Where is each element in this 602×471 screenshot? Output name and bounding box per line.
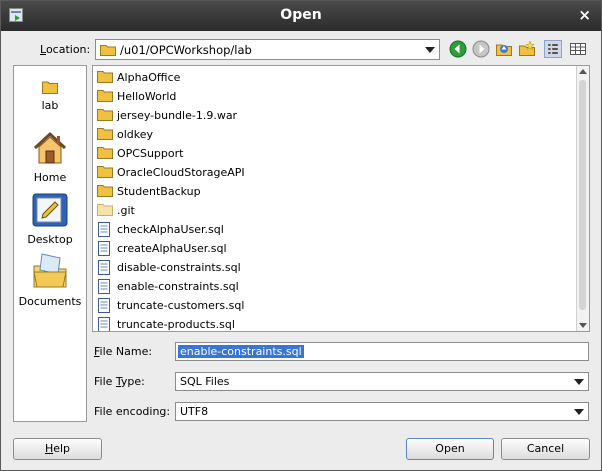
chevron-down-icon[interactable] [425,47,435,53]
list-item[interactable]: disable-constraints.sql [97,258,567,277]
file-type-value: SQL Files [180,375,230,388]
back-icon[interactable] [449,40,467,58]
new-folder-icon[interactable] [518,40,536,58]
file-name: OPCSupport [117,147,184,160]
dialog-title: Open [280,7,322,23]
folder-icon [97,166,113,178]
folder-icon [97,147,113,159]
file-encoding-label: File encoding: [94,405,171,418]
open-dialog: Open × Location: /u01/OPCWorkshop/lab la… [0,0,602,471]
file-name: StudentBackup [117,185,201,198]
home-icon [33,131,67,164]
file-encoding-select[interactable]: UTF8 [175,402,589,421]
place-label: lab [41,99,59,112]
place-documents[interactable]: Documents [14,250,86,308]
places-sidebar: lab Home Desktop Documents [13,65,87,422]
file-type-label: File Type: [94,375,145,388]
file-name: enable-constraints.sql [117,280,239,293]
folder-icon [97,90,113,102]
list-item[interactable]: .git [97,201,567,220]
file-name: truncate-customers.sql [117,299,245,312]
file-type-label-pre: File [94,375,116,388]
help-label: elp [53,442,71,455]
chevron-down-icon[interactable] [574,379,584,385]
file-name: disable-constraints.sql [117,261,241,274]
hidden-folder-icon [97,204,113,216]
place-desktop[interactable]: Desktop [14,192,86,246]
file-icon [98,317,110,331]
list-item[interactable]: jersey-bundle-1.9.war [97,106,567,125]
list-item[interactable]: truncate-products.sql [97,315,567,331]
file-list[interactable]: AlphaOffice HelloWorld jersey-bundle-1.9… [92,65,590,332]
folder-icon [97,71,113,83]
file-name-field[interactable]: enable-constraints.sql [175,342,589,361]
file-icon [98,298,110,313]
scroll-down-icon[interactable] [579,323,587,328]
file-name-label-text: ile Name: [99,345,153,358]
file-name: truncate-products.sql [117,318,235,331]
list-item[interactable]: HelloWorld [97,87,567,106]
cancel-button[interactable]: Cancel [501,438,590,460]
folder-icon [97,128,113,140]
place-label: Home [33,171,67,184]
documents-icon [33,253,67,288]
file-name-label: File Name: [94,345,152,358]
place-label: Desktop [27,233,73,246]
file-icon [98,260,110,275]
file-type-label-text: ype: [120,375,145,388]
folder-icon [97,109,113,121]
place-label: Documents [18,295,82,308]
place-home[interactable]: Home [14,130,86,184]
desktop-icon [32,193,68,227]
file-encoding-value: UTF8 [180,405,209,418]
list-item[interactable]: oldkey [97,125,567,144]
file-type-select[interactable]: SQL Files [175,372,589,391]
scroll-up-icon[interactable] [579,69,587,74]
folder-icon [97,185,113,197]
location-path: /u01/OPCWorkshop/lab [120,43,252,57]
list-item[interactable]: enable-constraints.sql [97,277,567,296]
title-bar[interactable]: Open × [1,1,601,31]
list-view-icon[interactable] [544,40,562,58]
list-item[interactable]: OracleCloudStorageAPI [97,163,567,182]
open-button[interactable]: Open [406,438,494,460]
file-name-value: enable-constraints.sql [178,345,304,358]
list-item[interactable]: checkAlphaUser.sql [97,220,567,239]
folder-icon [100,45,116,56]
file-name: OracleCloudStorageAPI [117,166,245,179]
location-label: Location: [40,43,90,56]
file-icon [98,279,110,294]
file-name: HelloWorld [117,90,177,103]
up-folder-icon[interactable] [495,40,513,58]
close-icon[interactable]: × [578,6,591,24]
scroll-thumb[interactable] [579,80,586,310]
file-name: checkAlphaUser.sql [117,223,224,236]
file-icon [98,241,110,256]
file-icon [98,222,110,237]
details-view-icon[interactable] [569,40,587,58]
list-item[interactable]: OPCSupport [97,144,567,163]
list-item[interactable]: createAlphaUser.sql [97,239,567,258]
folder-icon [42,81,58,94]
location-combo[interactable]: /u01/OPCWorkshop/lab [95,39,440,60]
chevron-down-icon[interactable] [574,409,584,415]
file-name: jersey-bundle-1.9.war [117,109,238,122]
file-name: AlphaOffice [117,71,181,84]
file-name: createAlphaUser.sql [117,242,227,255]
place-lab[interactable]: lab [14,80,86,112]
location-label-text: ocation: [45,43,91,56]
help-mnemonic: H [44,442,54,455]
vertical-scrollbar[interactable] [576,66,589,331]
forward-icon[interactable] [472,40,490,58]
list-item[interactable]: StudentBackup [97,182,567,201]
list-item[interactable]: truncate-customers.sql [97,296,567,315]
list-item[interactable]: AlphaOffice [97,68,567,87]
help-button[interactable]: Help [13,438,102,460]
file-name: oldkey [117,128,154,141]
file-name: .git [117,204,135,217]
